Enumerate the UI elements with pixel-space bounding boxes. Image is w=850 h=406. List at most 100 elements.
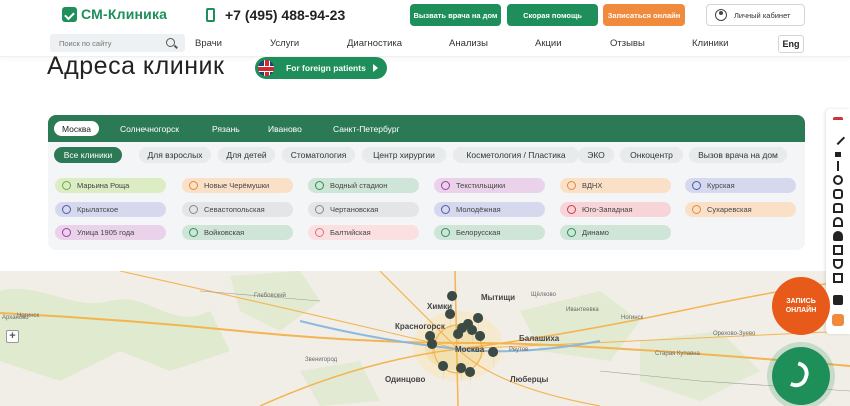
metro-item[interactable]: Чертановская (308, 202, 419, 217)
metro-icon (62, 228, 71, 237)
metro-icon (567, 228, 576, 237)
call-button[interactable] (772, 347, 830, 405)
map-label: Глебовский (254, 293, 286, 299)
bus-icon[interactable] (833, 117, 843, 127)
tab-ivanovo[interactable]: Иваново (268, 121, 302, 136)
phone[interactable]: +7 (495) 488-94-23 (206, 7, 345, 23)
map-background (0, 271, 850, 406)
metro-icon (62, 205, 71, 214)
person-icon[interactable] (833, 231, 843, 241)
metro-item[interactable]: Динамо (560, 225, 671, 240)
metro-item[interactable]: Марьина Роща (55, 178, 166, 193)
phone-number: +7 (495) 488-94-23 (225, 7, 346, 23)
metro-item[interactable]: Молодёжная (434, 202, 545, 217)
metro-item[interactable]: Текстильщики (434, 178, 545, 193)
ear-icon[interactable] (833, 217, 843, 227)
tree-icon[interactable] (835, 147, 841, 157)
metro-item[interactable]: Курская (685, 178, 796, 193)
metro-icon (441, 181, 450, 190)
tab-moscow[interactable]: Москва (54, 121, 100, 136)
nav-diagnostics[interactable]: Диагностика (347, 38, 402, 49)
map-label: Красногорск (395, 322, 445, 331)
map-label: Химки (427, 302, 453, 311)
metro-icon (441, 205, 450, 214)
logo-text: СМ-Клиника (81, 6, 168, 22)
bed-icon[interactable] (833, 245, 843, 255)
nav-reviews[interactable]: Отзывы (610, 38, 645, 49)
tab-spb[interactable]: Санкт-Петербург (333, 121, 400, 136)
metro-icon (189, 181, 198, 190)
foreign-patients-label: For foreign patients (286, 63, 366, 73)
category-children[interactable]: Для детей (218, 147, 275, 163)
metro-icon (189, 228, 198, 237)
call-doctor-button[interactable]: Вызвать врача на дом (410, 4, 501, 26)
cabinet-label: Личный кабинет (734, 10, 791, 20)
nav-doctors[interactable]: Врачи (195, 38, 222, 49)
language-switch[interactable]: Eng (778, 35, 804, 53)
category-cosmetology[interactable]: Косметология / Пластика (453, 147, 579, 163)
metro-item[interactable]: Сухаревская (685, 202, 796, 217)
stethoscope-icon[interactable] (833, 259, 843, 269)
map-label: Люберцы (510, 375, 549, 384)
page-title: Адреса клиник (47, 52, 225, 80)
uk-flag-icon (258, 60, 274, 76)
nav-promos[interactable]: Акции (535, 38, 562, 49)
metro-item[interactable]: Белорусская (434, 225, 545, 240)
metro-icon (189, 205, 198, 214)
metro-item[interactable]: Юго-Западная (560, 202, 671, 217)
category-surgery[interactable]: Центр хирургии (362, 147, 446, 163)
clipboard-icon[interactable] (833, 273, 843, 283)
search-icon[interactable] (166, 38, 175, 47)
metro-icon (567, 181, 576, 190)
metro-item[interactable]: Севастопольская (182, 202, 293, 217)
logo[interactable]: СМ-Клиника (62, 6, 167, 22)
category-all[interactable]: Все клиники (54, 147, 122, 163)
map-label: Мытищи (481, 293, 515, 302)
nav-services[interactable]: Услуги (270, 38, 299, 49)
category-dentistry[interactable]: Стоматология (282, 147, 355, 163)
foreign-patients-button[interactable]: For foreign patients (255, 57, 387, 79)
lab-icon[interactable] (833, 175, 843, 185)
logo-icon (62, 6, 77, 22)
metro-item[interactable]: ВДНХ (560, 178, 671, 193)
tab-ryazan[interactable]: Рязань (212, 121, 240, 136)
metro-icon (441, 228, 450, 237)
book-online-button[interactable]: Записаться онлайн (603, 4, 685, 26)
metro-item[interactable]: Новые Черёмушки (182, 178, 293, 193)
map-label: Арханово (2, 315, 29, 321)
metro-icon (692, 181, 701, 190)
category-home-visit[interactable]: Вызов врача на дом (689, 147, 787, 163)
category-eco[interactable]: ЭКО (578, 147, 614, 163)
metro-icon (567, 205, 576, 214)
ambulance-button[interactable]: Скорая помощь (507, 4, 598, 26)
pencil-icon[interactable] (830, 130, 846, 146)
nav-clinics[interactable]: Клиники (692, 38, 728, 49)
cabinet-button[interactable]: Личный кабинет (706, 4, 805, 26)
online-booking-line1: ЗАПИСЬ (786, 297, 816, 305)
metro-item[interactable]: Балтийская (308, 225, 419, 240)
phone-handset-icon (789, 361, 813, 391)
heart-icon[interactable] (833, 189, 843, 199)
nav-tests[interactable]: Анализы (449, 38, 488, 49)
category-adults[interactable]: Для взрослых (139, 147, 211, 163)
metro-item[interactable]: Водный стадион (308, 178, 419, 193)
zoom-in-button[interactable]: + (6, 330, 19, 343)
clinic-map[interactable]: Ногинск Глебовский Арханово Химки Мытищи… (0, 271, 850, 406)
hand-icon[interactable] (832, 314, 844, 326)
map-label: Одинцово (385, 375, 426, 384)
metro-item[interactable]: Крылатское (55, 202, 166, 217)
category-oncology[interactable]: Онкоцентр (620, 147, 683, 163)
clinic-panel: Москва Солнечногорск Рязань Иваново Санк… (48, 115, 805, 250)
tooth-icon[interactable] (833, 203, 843, 213)
pin-icon[interactable] (837, 161, 839, 171)
map-label: Щёлково (531, 292, 556, 298)
metro-icon (315, 228, 324, 237)
flask-icon[interactable] (833, 295, 843, 305)
tab-solnechnogorsk[interactable]: Солнечногорск (120, 121, 179, 136)
metro-item[interactable]: Улица 1905 года (55, 225, 166, 240)
metro-item[interactable]: Войковская (182, 225, 293, 240)
search-input[interactable] (50, 34, 185, 52)
phone-icon (206, 8, 215, 22)
metro-icon (62, 181, 71, 190)
online-booking-button[interactable]: ЗАПИСЬ ОНЛАЙН (772, 277, 830, 335)
